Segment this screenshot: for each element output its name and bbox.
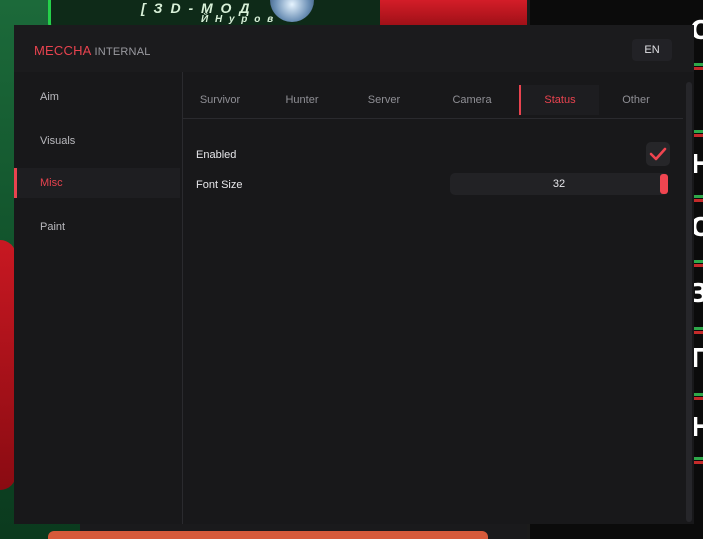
sidebar-item-misc[interactable]: Misc (14, 168, 180, 198)
language-button[interactable]: EN (632, 39, 672, 61)
bg-line (693, 457, 703, 460)
font-size-slider[interactable]: 32 (450, 173, 668, 195)
tab-survivor[interactable]: Survivor (187, 85, 253, 115)
sidebar-item-aim[interactable]: Aim (14, 82, 180, 112)
font-size-label: Font Size (196, 179, 243, 191)
brand-primary: MECCHA (34, 43, 92, 58)
tab-status[interactable]: Status (519, 85, 599, 115)
bg-red-box (380, 0, 528, 28)
bg-line (693, 393, 703, 396)
title-bar: MECCHA INTERNAL EN (14, 25, 694, 72)
bg-line (693, 260, 703, 263)
menu-window: MECCHA INTERNAL EN Aim Visuals Misc Paint… (14, 25, 694, 524)
bg-bottom-strip (48, 531, 488, 539)
tab-bar: Survivor Hunter Server Camera Status Oth… (183, 81, 683, 115)
tab-divider (183, 118, 683, 119)
tab-server[interactable]: Server (351, 85, 417, 115)
bg-banner-subtext: Й Н у р о в (201, 14, 276, 25)
sidebar-divider (182, 72, 183, 524)
brand-logo: MECCHA INTERNAL (34, 43, 151, 58)
bg-line (693, 397, 703, 400)
tab-other[interactable]: Other (603, 85, 669, 115)
bg-line (693, 195, 703, 198)
bg-line (693, 67, 703, 70)
sidebar-item-paint[interactable]: Paint (14, 212, 180, 242)
bg-line (693, 199, 703, 202)
bg-line (693, 63, 703, 66)
checkmark-icon (649, 147, 667, 161)
bg-line (693, 327, 703, 330)
bg-line (693, 134, 703, 137)
brand-secondary: INTERNAL (94, 46, 151, 58)
font-size-value: 32 (552, 178, 566, 190)
tab-camera[interactable]: Camera (439, 85, 505, 115)
bg-line (693, 331, 703, 334)
enabled-checkbox[interactable] (646, 142, 670, 166)
slider-handle[interactable] (660, 174, 668, 194)
sidebar: Aim Visuals Misc Paint (14, 72, 182, 524)
sidebar-item-visuals[interactable]: Visuals (14, 126, 180, 156)
enabled-label: Enabled (196, 149, 237, 161)
scrollbar[interactable] (686, 82, 692, 522)
bg-line (693, 264, 703, 267)
bg-line (693, 461, 703, 464)
bg-line (693, 130, 703, 133)
tab-hunter[interactable]: Hunter (269, 85, 335, 115)
